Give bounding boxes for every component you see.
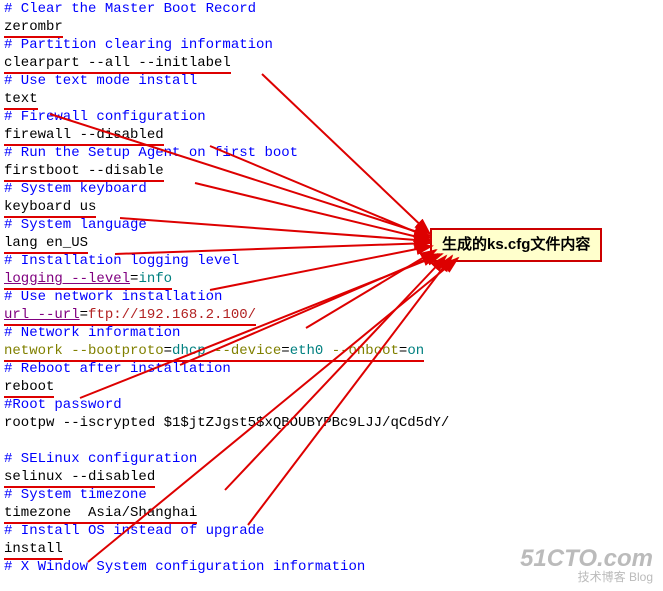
code-listing: # Clear the Master Boot Recordzerombr# P…	[4, 0, 449, 576]
code-token: # Reboot after installation	[4, 361, 231, 377]
code-token: selinux --disabled	[4, 468, 155, 488]
code-line: firstboot --disable	[4, 162, 449, 180]
code-token: keyboard us	[4, 198, 96, 218]
code-token: clearpart --all --initlabel	[4, 54, 231, 74]
code-line: # Use text mode install	[4, 72, 449, 90]
code-token: =	[164, 342, 172, 362]
code-line: keyboard us	[4, 198, 449, 216]
code-line: # System language	[4, 216, 449, 234]
code-line: # Run the Setup Agent on first boot	[4, 144, 449, 162]
code-line: # Reboot after installation	[4, 360, 449, 378]
code-line: selinux --disabled	[4, 468, 449, 486]
code-token: # SELinux configuration	[4, 451, 197, 467]
code-token: install	[4, 540, 63, 560]
code-token: --onboot	[332, 342, 399, 362]
code-line: logging --level=info	[4, 270, 449, 288]
code-token: # Partition clearing information	[4, 37, 273, 53]
code-token: url --url	[4, 306, 80, 326]
code-line: # SELinux configuration	[4, 450, 449, 468]
callout-label: 生成的ks.cfg文件内容	[430, 228, 602, 262]
code-token: # Install OS instead of upgrade	[4, 523, 264, 539]
code-line: reboot	[4, 378, 449, 396]
code-token: # System timezone	[4, 487, 147, 503]
code-line: timezone Asia/Shanghai	[4, 504, 449, 522]
code-token: timezone Asia/Shanghai	[4, 504, 197, 524]
code-token: logging --level	[4, 270, 130, 290]
code-token: --device	[214, 342, 281, 362]
code-line: install	[4, 540, 449, 558]
code-line: # Use network installation	[4, 288, 449, 306]
code-line	[4, 432, 449, 450]
code-line: network --bootproto=dhcp --device=eth0 -…	[4, 342, 449, 360]
code-token: lang en_US	[4, 234, 88, 254]
watermark: 51CTO.com 技术博客 Blog	[520, 547, 653, 583]
code-line: # System timezone	[4, 486, 449, 504]
code-line: firewall --disabled	[4, 126, 449, 144]
code-line: zerombr	[4, 18, 449, 36]
code-line: url --url=ftp://192.168.2.100/	[4, 306, 449, 324]
code-token: rootpw --iscrypted $1$jtZJgst5$xQBOUBYPB…	[4, 415, 449, 431]
code-token: zerombr	[4, 18, 63, 38]
code-line: # Install OS instead of upgrade	[4, 522, 449, 540]
code-line: # Firewall configuration	[4, 108, 449, 126]
code-line: text	[4, 90, 449, 108]
code-token: firstboot --disable	[4, 162, 164, 182]
code-token: # X Window System configuration informat…	[4, 559, 365, 575]
code-token: reboot	[4, 378, 54, 398]
code-line: # Network information	[4, 324, 449, 342]
code-line: rootpw --iscrypted $1$jtZJgst5$xQBOUBYPB…	[4, 414, 449, 432]
code-token: firewall --disabled	[4, 126, 164, 146]
code-line: # Installation logging level	[4, 252, 449, 270]
code-token: text	[4, 90, 38, 110]
code-token: #Root password	[4, 397, 122, 413]
code-token: network --bootproto	[4, 342, 164, 362]
code-token: # Clear the Master Boot Record	[4, 1, 256, 17]
code-line: # Clear the Master Boot Record	[4, 0, 449, 18]
code-line: # Partition clearing information	[4, 36, 449, 54]
code-token: # System language	[4, 217, 147, 233]
code-token: =	[399, 342, 407, 362]
code-token: # System keyboard	[4, 181, 147, 197]
code-token: on	[407, 342, 424, 362]
code-token: # Installation logging level	[4, 253, 239, 269]
code-token: dhcp	[172, 342, 214, 362]
code-token: =	[281, 342, 289, 362]
code-line: #Root password	[4, 396, 449, 414]
code-token: # Network information	[4, 325, 180, 341]
code-token: =	[130, 270, 138, 290]
code-line: lang en_US	[4, 234, 449, 252]
code-line: # System keyboard	[4, 180, 449, 198]
code-token: # Use network installation	[4, 289, 222, 305]
code-line: # X Window System configuration informat…	[4, 558, 449, 576]
code-token: eth0	[290, 342, 332, 362]
code-token: info	[138, 270, 172, 290]
code-token: # Run the Setup Agent on first boot	[4, 145, 298, 161]
code-token: =	[80, 306, 88, 326]
code-token: # Firewall configuration	[4, 109, 206, 125]
code-line: clearpart --all --initlabel	[4, 54, 449, 72]
watermark-main: 51CTO.com	[520, 547, 653, 571]
watermark-sub: 技术博客 Blog	[520, 571, 653, 583]
code-token: # Use text mode install	[4, 73, 197, 89]
code-token: ftp://192.168.2.100/	[88, 306, 256, 326]
